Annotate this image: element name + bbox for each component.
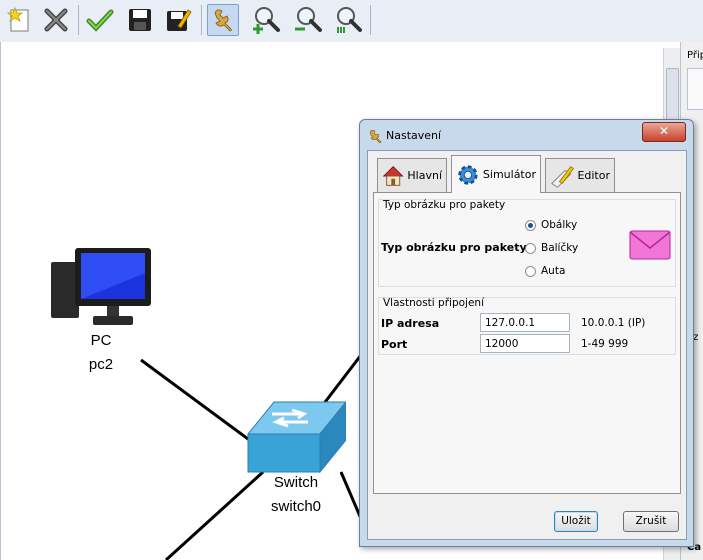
new-icon — [6, 6, 29, 32]
gear-icon — [458, 164, 478, 185]
radio-indicator — [525, 265, 536, 277]
pencil-icon — [551, 165, 575, 188]
radio-obalky[interactable]: Obálky — [525, 219, 577, 231]
wrench-icon — [369, 129, 382, 143]
ip-hint: 10.0.0.1 (IP) — [581, 317, 646, 329]
radio-balicky[interactable]: Balíčky — [525, 242, 578, 254]
settings-button[interactable] — [207, 4, 239, 36]
close-button[interactable]: ✕ — [642, 122, 686, 142]
toolbar-separator — [201, 5, 202, 35]
tab-label: Editor — [577, 169, 610, 182]
settings-wrench-icon — [214, 9, 232, 32]
zoom-out-icon — [295, 7, 322, 32]
radio-indicator — [525, 219, 536, 231]
zoom-reset-icon — [337, 7, 362, 33]
tab-simulator[interactable]: Simulátor — [451, 155, 541, 193]
radio-label: Auta — [541, 265, 566, 277]
tab-label: Simulátor — [482, 168, 536, 181]
check-icon — [86, 9, 114, 32]
group-title: Typ obrázku pro pakety — [383, 199, 506, 211]
zoom-in-button[interactable] — [250, 4, 282, 36]
port-label: Port — [381, 338, 408, 351]
settings-dialog: Nastavení ✕ Hlavní Simulátor Editor Typ … — [359, 119, 694, 547]
toolbar-separator — [78, 5, 79, 35]
node-switch0[interactable] — [246, 400, 348, 476]
tab-editor[interactable]: Editor — [545, 158, 615, 192]
new-button[interactable] — [4, 4, 36, 36]
pc-icon — [51, 248, 151, 325]
ip-address-field[interactable]: 127.0.0.1 — [480, 313, 570, 332]
zoom-reset-button[interactable] — [332, 4, 364, 36]
port-hint: 1-49 999 — [581, 338, 629, 350]
node-pc2-name: pc2 — [88, 356, 114, 373]
save-button[interactable]: Uložit — [554, 511, 598, 532]
zoom-out-button[interactable] — [292, 4, 324, 36]
node-pc2[interactable] — [49, 248, 153, 338]
panel-label: Přip — [687, 50, 703, 61]
save-button[interactable] — [124, 4, 156, 36]
tab-hlavni[interactable]: Hlavní — [377, 158, 447, 192]
simulator-tab-panel: Typ obrázku pro pakety Typ obrázku pro p… — [373, 192, 681, 494]
delete-button[interactable] — [40, 4, 72, 36]
node-pc2-type: PC — [90, 332, 112, 349]
radio-indicator — [525, 242, 536, 254]
dialog-body: Hlavní Simulátor Editor Typ obrázku pro … — [367, 150, 687, 540]
tab-label: Hlavní — [407, 169, 442, 182]
radio-label: Obálky — [541, 219, 578, 231]
node-switch0-name: switch0 — [270, 498, 322, 515]
delete-icon — [44, 8, 68, 32]
packet-image-group: Typ obrázku pro pakety Typ obrázku pro p… — [378, 199, 676, 287]
apply-button[interactable] — [84, 4, 116, 36]
link-pc2-switch0[interactable] — [140, 358, 264, 452]
toolbar-separator — [370, 5, 371, 35]
radio-label: Balíčky — [541, 242, 579, 254]
switch-icon — [246, 400, 348, 474]
toolbar — [0, 0, 703, 43]
connection-properties-group: Vlastnosti připojení IP adresa 127.0.0.1… — [378, 297, 676, 355]
save-as-icon — [167, 9, 192, 31]
cancel-button[interactable]: Zrušit — [623, 511, 679, 532]
zoom-in-icon — [253, 7, 280, 34]
save-icon — [129, 9, 151, 31]
save-as-button[interactable] — [162, 4, 194, 36]
close-icon: ✕ — [658, 124, 670, 138]
radio-auta[interactable]: Auta — [525, 265, 565, 277]
group-title: Vlastnosti připojení — [383, 297, 484, 309]
dialog-titlebar[interactable]: Nastavení ✕ — [360, 120, 693, 150]
packet-type-label: Typ obrázku pro pakety — [381, 241, 527, 254]
house-icon — [382, 165, 404, 186]
port-field[interactable]: 12000 — [480, 334, 570, 353]
node-switch0-type: Switch — [273, 474, 319, 491]
panel-box — [687, 68, 703, 110]
ip-label: IP adresa — [381, 317, 440, 330]
dialog-title: Nastavení — [386, 129, 442, 142]
envelope-icon — [629, 230, 671, 260]
link-switch0-down-left[interactable] — [164, 470, 265, 560]
